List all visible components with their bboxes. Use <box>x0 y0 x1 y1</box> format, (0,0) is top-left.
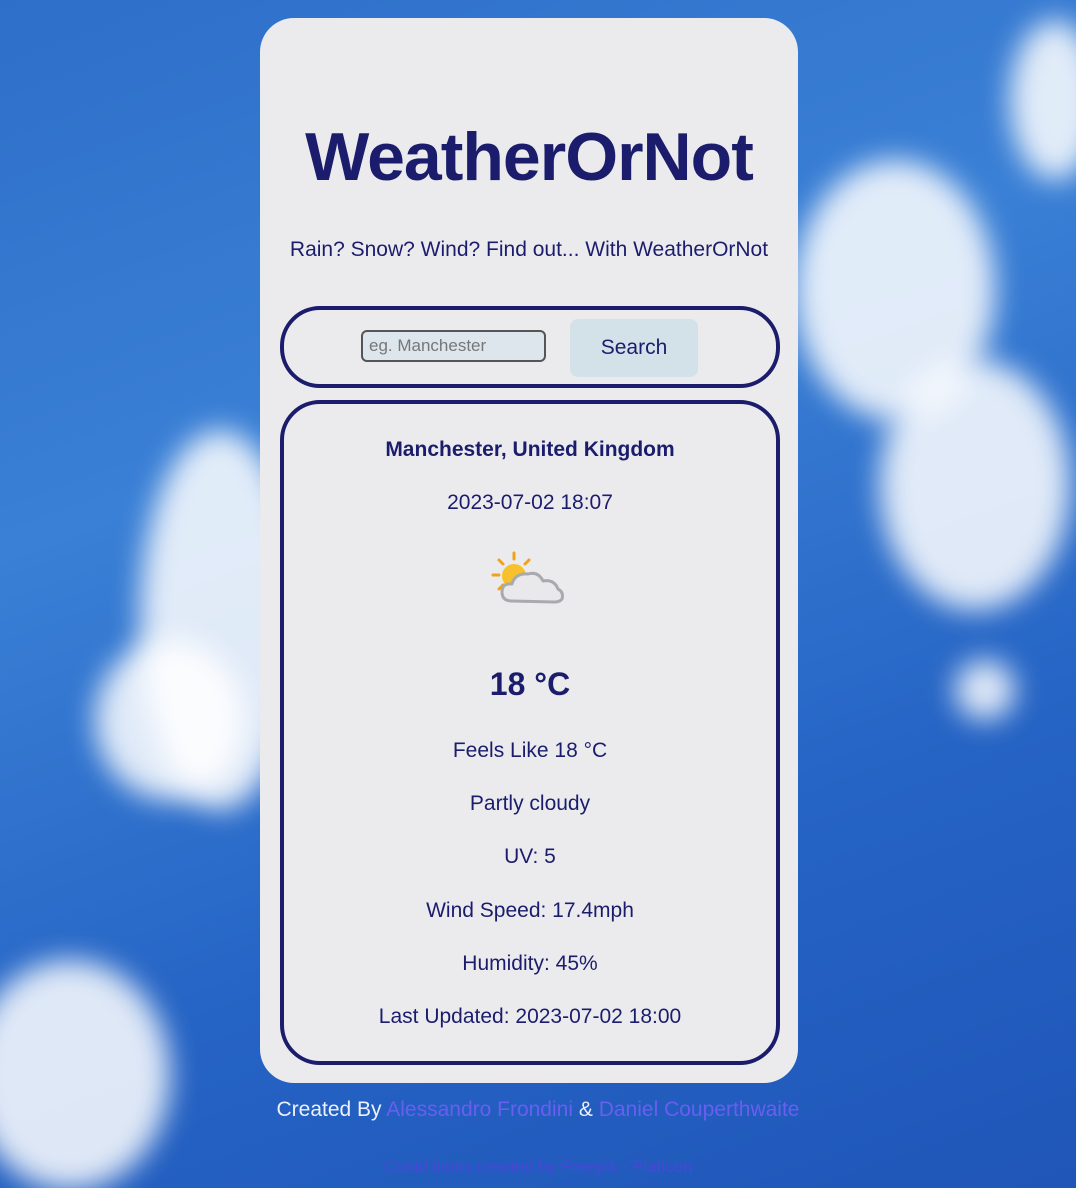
humidity: Humidity: 45% <box>462 952 598 975</box>
ampersand: & <box>578 1098 593 1121</box>
condition-text: Partly cloudy <box>469 792 591 815</box>
temperature: 18 °C <box>489 666 571 702</box>
partly-cloudy-icon <box>490 549 570 609</box>
author-link-alessandro[interactable]: Alessandro Frondini <box>386 1098 573 1121</box>
local-datetime: 2023-07-02 18:07 <box>447 491 613 514</box>
app-title: WeatherOrNot <box>305 119 754 195</box>
icon-credits: Cloud icons created by Freepik - Flatico… <box>0 1157 1076 1177</box>
search-form: Search <box>280 306 780 388</box>
author-link-daniel[interactable]: Daniel Couperthwaite <box>599 1098 800 1121</box>
search-input[interactable] <box>361 330 546 362</box>
feels-like: Feels Like 18 °C <box>452 739 608 762</box>
last-updated: Last Updated: 2023-07-02 18:00 <box>378 1005 682 1028</box>
created-by-label: Created By <box>276 1098 382 1121</box>
location-name: Manchester, United Kingdom <box>385 438 675 461</box>
search-button[interactable]: Search <box>570 319 698 377</box>
weather-panel: Manchester, United Kingdom 2023-07-02 18… <box>280 400 780 1065</box>
footer: Created By Alessandro Frondini & Daniel … <box>0 1098 1076 1122</box>
wind-speed: Wind Speed: 17.4mph <box>426 899 634 922</box>
tagline: Rain? Snow? Wind? Find out... With Weath… <box>289 238 769 261</box>
flaticon-credit-link[interactable]: Cloud icons created by Freepik - Flatico… <box>384 1157 693 1176</box>
uv-index: UV: 5 <box>504 845 556 868</box>
main-card: WeatherOrNot Rain? Snow? Wind? Find out.… <box>260 18 798 1083</box>
